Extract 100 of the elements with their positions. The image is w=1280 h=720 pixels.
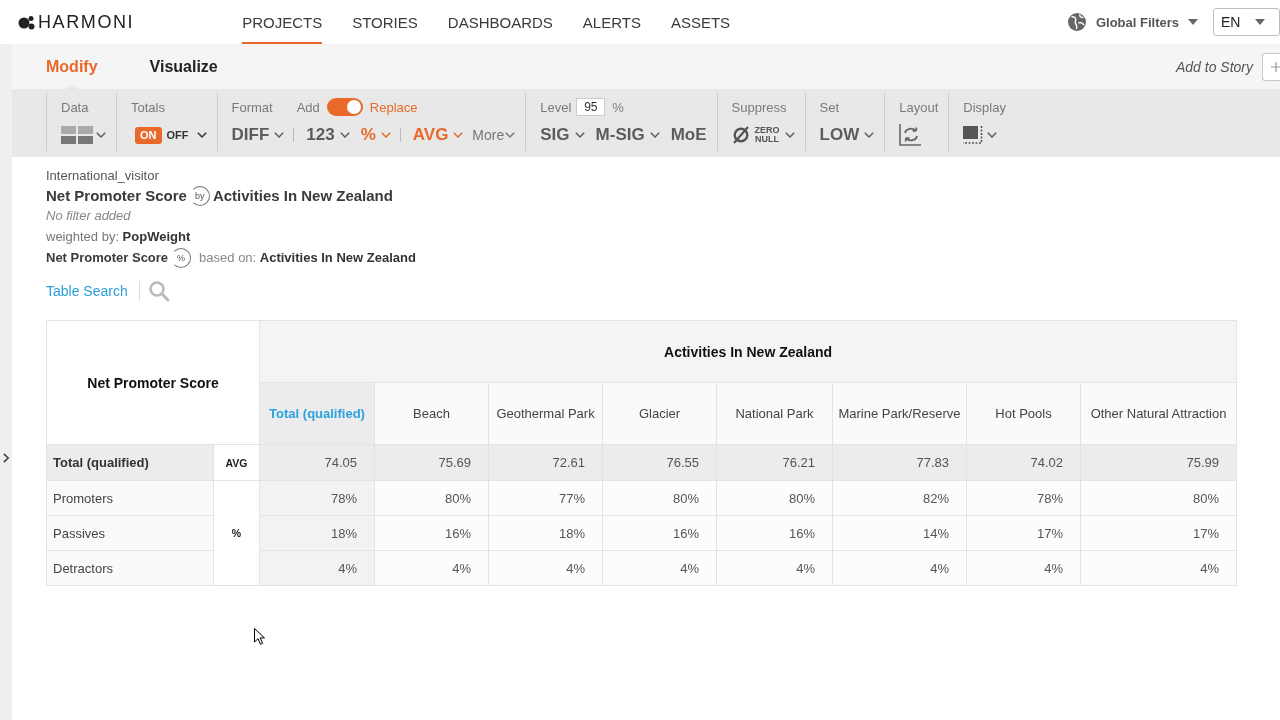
group-label: Set	[819, 99, 840, 115]
switch-label: Add	[296, 99, 320, 115]
logo-icon	[18, 14, 35, 30]
table-cell: 16%	[374, 515, 489, 551]
caret-down-icon	[1255, 19, 1265, 25]
table-cell: 76.21	[716, 444, 833, 481]
table-cell: 17%	[966, 515, 1081, 551]
chevron-down-icon	[784, 132, 795, 138]
chevron-down-icon	[505, 132, 516, 138]
table-cell: 80%	[1080, 480, 1237, 516]
format-dropdown[interactable]: 123	[306, 125, 350, 145]
dataset-name: International_visitor	[46, 167, 159, 185]
column-header: Hot Pools	[966, 382, 1081, 445]
global-filters-button[interactable]: Global Filters	[1067, 13, 1198, 31]
column-header: Glacier	[602, 382, 717, 445]
row-header: Detractors	[46, 550, 214, 586]
column-header: Geothermal Park	[488, 382, 603, 445]
chevron-down-icon	[96, 132, 106, 138]
group-label: Layout	[899, 99, 939, 115]
chevron-down-icon	[274, 132, 285, 138]
table-cell: 4%	[374, 550, 489, 586]
table-cell: 74.05	[259, 444, 375, 481]
cursor-icon	[254, 628, 265, 645]
group-label: Display	[963, 99, 1006, 115]
group-label: Totals	[131, 99, 165, 115]
column-header: Total (qualified)	[259, 382, 375, 445]
suppress-dropdown[interactable]: ZERO NULL	[731, 126, 795, 144]
search-icon[interactable]	[148, 281, 169, 301]
percent-variable: Net Promoter Score	[46, 249, 169, 267]
caret-down-icon	[1188, 19, 1198, 25]
table-cell: 18%	[488, 515, 603, 551]
table-cell: 4%	[966, 550, 1081, 586]
stat-cell: %	[213, 480, 260, 586]
column-header: National Park	[716, 382, 833, 445]
table-cell: 80%	[716, 480, 833, 516]
row-header: Passives	[46, 515, 214, 551]
language-select[interactable]: EN	[1213, 8, 1280, 36]
table-cell: 75.69	[374, 444, 489, 481]
chevron-down-icon	[987, 132, 998, 138]
level-input[interactable]: 95	[576, 98, 606, 116]
moe-button[interactable]: MoE	[670, 125, 707, 145]
table-cell: 16%	[602, 515, 717, 551]
view-dropdown[interactable]	[61, 126, 106, 144]
chevron-down-icon	[864, 132, 875, 138]
nav-tab[interactable]: ALERTS	[582, 0, 641, 44]
table-cell: 77.83	[832, 444, 967, 481]
group-label: Format	[231, 99, 273, 115]
set-dropdown[interactable]: LOW	[819, 125, 875, 145]
corner-header: Net Promoter Score	[46, 320, 260, 445]
on-off-toggle[interactable]: ON OFF	[135, 126, 207, 144]
plus-icon	[1271, 61, 1280, 72]
table-cell: 4%	[832, 550, 967, 586]
table-cell: 4%	[488, 550, 603, 586]
table-cell: 76.55	[602, 444, 717, 481]
column-header: Marine Park/Reserve	[832, 382, 967, 445]
chevron-right-icon[interactable]	[3, 453, 9, 463]
table-cell: 4%	[1080, 550, 1237, 586]
table-cell: 4%	[602, 550, 717, 586]
nav-tab[interactable]: DASHBOARDS	[447, 0, 553, 44]
percent-base-text: based on: Activities In New Zealand	[199, 249, 416, 267]
more-dropdown[interactable]: More	[472, 127, 516, 143]
significance-dropdown[interactable]: M-SIG	[595, 125, 660, 145]
row-header: Total (qualified)	[46, 444, 214, 481]
axes-refresh-icon[interactable]	[899, 124, 922, 146]
group-label: Data	[61, 99, 89, 115]
table-cell: 18%	[259, 515, 375, 551]
column-header: Beach	[374, 382, 489, 445]
table-cell: 80%	[602, 480, 717, 516]
chevron-down-icon	[196, 132, 207, 138]
table-cell: 16%	[716, 515, 833, 551]
display-dropdown[interactable]	[963, 126, 998, 144]
table-cell: 82%	[832, 480, 967, 516]
banner-header: Activities In New Zealand	[259, 320, 1237, 383]
table-cell: 17%	[1080, 515, 1237, 551]
toggle-switch[interactable]	[326, 98, 363, 116]
group-label: Suppress	[731, 99, 787, 115]
table-cell: 72.61	[488, 444, 603, 481]
chevron-down-icon	[574, 132, 585, 138]
chevron-down-icon	[453, 132, 464, 138]
table-cell: 80%	[374, 480, 489, 516]
logo-text: HARMONI	[38, 11, 135, 33]
nav-tab[interactable]: STORIES	[352, 0, 418, 44]
filter-note: No filter added	[46, 207, 131, 225]
mode-tab[interactable]: Visualize	[149, 44, 218, 89]
nav-tab[interactable]: ASSETS	[670, 0, 731, 44]
significance-dropdown[interactable]: SIG	[540, 125, 585, 145]
weighting-text: weighted by: PopWeight	[46, 228, 191, 246]
table-cell: 78%	[259, 480, 375, 516]
table-cell: 4%	[259, 550, 375, 586]
table-cell: 14%	[832, 515, 967, 551]
table-cell: 4%	[716, 550, 833, 586]
chevron-down-icon	[339, 132, 350, 138]
grid-icon	[61, 126, 93, 144]
format-dropdown[interactable]: DIFF	[231, 125, 285, 145]
row-header: Promoters	[46, 480, 214, 516]
chevron-down-icon	[649, 132, 660, 138]
add-to-story-link[interactable]: Add to Story	[1175, 58, 1253, 75]
switch-label: Replace	[369, 99, 418, 115]
group-label: Level	[540, 99, 572, 115]
slashed-circle-icon	[731, 126, 750, 144]
